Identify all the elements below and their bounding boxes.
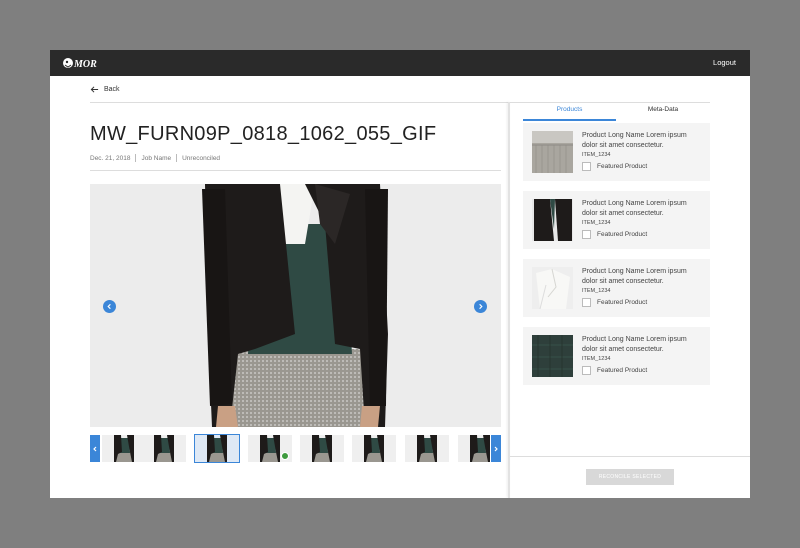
asset-date: Dec. 21, 2018 <box>90 154 131 162</box>
products-panel: Products Meta-Data Product Long Name Lor… <box>510 102 750 498</box>
tab-meta-data[interactable]: Meta-Data <box>616 106 710 113</box>
thumbnail-8[interactable] <box>458 435 490 462</box>
chevron-left-icon <box>107 303 111 310</box>
product-name: Product Long Name Lorem ipsum dolor sit … <box>582 268 687 285</box>
model-photo <box>90 184 501 427</box>
thumbnail-next-button[interactable] <box>491 435 501 462</box>
thumbnail-6[interactable] <box>352 435 396 462</box>
prev-image-button[interactable] <box>103 300 116 313</box>
thumbnail-image <box>470 435 490 462</box>
thumbnail-image <box>207 435 227 462</box>
thumbnail-image <box>114 435 134 462</box>
featured-product-checkbox[interactable] <box>582 298 591 307</box>
asset-panel: Back MW_FURN09P_0818_1062_055_GIF Dec. 2… <box>90 76 710 498</box>
product-image <box>532 267 573 309</box>
title-divider <box>90 170 501 171</box>
footer-divider <box>510 456 750 457</box>
thumbnail-5[interactable] <box>300 435 344 462</box>
product-item-code: ITEM_1234 <box>582 220 611 226</box>
app-window: MOR Logout Back MW_FURN09P_0818_1062_055… <box>50 50 750 498</box>
thumbnail-image <box>312 435 332 462</box>
thumbnail-2[interactable] <box>142 435 186 462</box>
thumbnail-1[interactable] <box>102 435 146 462</box>
product-image <box>532 131 573 173</box>
product-card: Product Long Name Lorem ipsum dolor sit … <box>523 259 710 317</box>
back-link[interactable]: Back <box>90 85 120 94</box>
thumbnail-4[interactable] <box>248 435 292 462</box>
page-title: MW_FURN09P_0818_1062_055_GIF <box>90 123 437 145</box>
product-name: Product Long Name Lorem ipsum dolor sit … <box>582 132 687 149</box>
product-image <box>532 335 573 377</box>
featured-product-checkbox[interactable] <box>582 162 591 171</box>
chevron-left-icon <box>93 446 97 451</box>
next-image-button[interactable] <box>474 300 487 313</box>
product-name: Product Long Name Lorem ipsum dolor sit … <box>582 200 687 217</box>
tab-products[interactable]: Products <box>523 106 616 113</box>
meta-separator <box>176 154 178 162</box>
thumbnail-strip <box>90 434 501 463</box>
product-item-code: ITEM_1234 <box>582 356 611 362</box>
thumbnail-image <box>364 435 384 462</box>
back-label: Back <box>104 86 120 93</box>
thumbnail-image <box>417 435 437 462</box>
product-item-code: ITEM_1234 <box>582 288 611 294</box>
featured-product-label: Featured Product <box>597 299 648 306</box>
logo-text: MOR <box>73 59 97 70</box>
featured-product-checkbox[interactable] <box>582 366 591 375</box>
thumbnail-3[interactable] <box>194 434 240 463</box>
chevron-right-icon <box>479 303 483 310</box>
logout-link[interactable]: Logout <box>713 58 736 67</box>
product-name: Product Long Name Lorem ipsum dolor sit … <box>582 336 687 353</box>
meta-separator <box>135 154 137 162</box>
status-text: Unreconciled <box>182 154 221 162</box>
featured-product-label: Featured Product <box>597 231 648 238</box>
job-name: Job Name <box>141 154 172 162</box>
thumbnail-image <box>154 435 174 462</box>
reconcile-selected-button[interactable]: RECONCILE SELECTED <box>586 469 674 485</box>
top-bar: MOR Logout <box>50 50 750 76</box>
brand-logo[interactable]: MOR <box>62 54 102 72</box>
thumbnail-prev-button[interactable] <box>90 435 100 462</box>
product-image <box>532 199 573 241</box>
chevron-right-icon <box>494 446 498 451</box>
product-item-code: ITEM_1234 <box>582 152 611 158</box>
status-dot-icon <box>281 452 289 460</box>
main-image <box>90 184 501 427</box>
product-card: Product Long Name Lorem ipsum dolor sit … <box>523 191 710 249</box>
active-tab-indicator <box>523 119 616 121</box>
product-card: Product Long Name Lorem ipsum dolor sit … <box>523 327 710 385</box>
featured-product-checkbox[interactable] <box>582 230 591 239</box>
thumbnail-7[interactable] <box>405 435 449 462</box>
arrow-left-icon <box>90 86 99 93</box>
asset-meta: Dec. 21, 2018 Job Name Unreconciled <box>90 154 220 162</box>
featured-product-label: Featured Product <box>597 367 648 374</box>
product-card: Product Long Name Lorem ipsum dolor sit … <box>523 123 710 181</box>
featured-product-label: Featured Product <box>597 163 648 170</box>
